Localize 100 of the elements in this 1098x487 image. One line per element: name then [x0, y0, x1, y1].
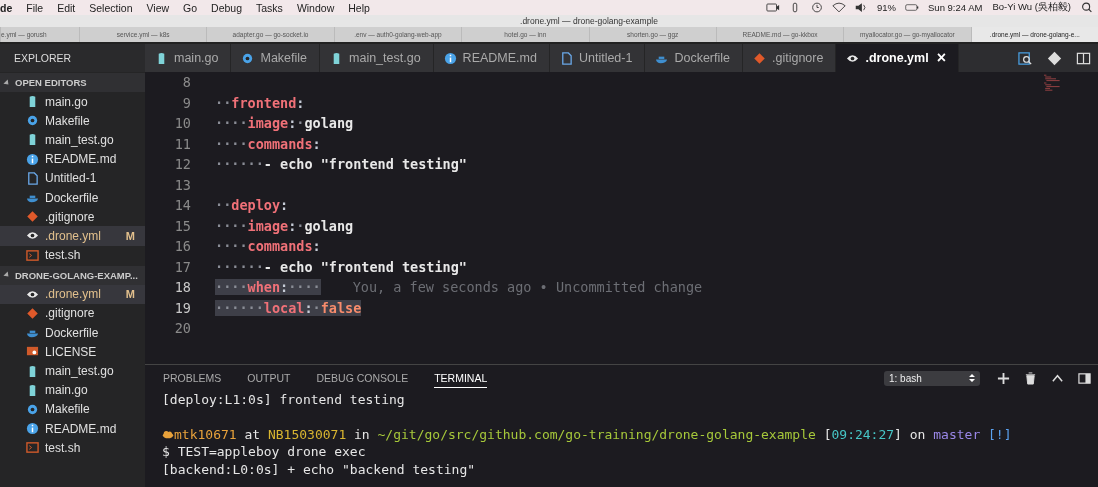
code-line: ····image:·golang	[215, 115, 354, 132]
info-icon	[443, 51, 457, 65]
terminal-icon	[26, 441, 39, 455]
info-icon	[26, 152, 39, 166]
panel-tab[interactable]: PROBLEMS	[163, 369, 222, 387]
clock[interactable]: Sun 9:24 AM	[923, 2, 988, 13]
terminal-line: $ TEST=appleboy drone exec	[162, 443, 367, 461]
code-line: ··deploy:	[215, 197, 289, 214]
menu-item[interactable]: Window	[289, 1, 342, 14]
section-header[interactable]: OPEN EDITORS	[0, 73, 145, 92]
gear-icon	[26, 402, 39, 416]
explorer-item[interactable]: LICENSE	[0, 342, 145, 362]
terminal-dropdown[interactable]: 1: bash	[884, 370, 980, 386]
section-header[interactable]: DRONE-GOLANG-EXAMP...	[0, 265, 145, 285]
menu-item[interactable]: Tasks	[249, 1, 290, 14]
explorer-item[interactable]: Untitled-1	[0, 168, 145, 188]
code-line: ····image:·golang	[215, 217, 354, 234]
wifi-icon[interactable]	[832, 2, 846, 13]
explorer-item[interactable]: .gitignore	[0, 207, 145, 227]
info-icon	[26, 422, 39, 436]
battery-icon[interactable]	[905, 2, 920, 13]
explorer-item[interactable]: README.md	[0, 419, 145, 439]
editor-tab[interactable]: Untitled-1	[549, 44, 646, 72]
explorer-item[interactable]: main_test.go	[0, 130, 145, 150]
panel-tab[interactable]: DEBUG CONSOLE	[316, 369, 409, 387]
trash-icon[interactable]	[1024, 371, 1037, 385]
editor-tab[interactable]: Makefile	[231, 44, 321, 72]
explorer-item[interactable]: Makefile	[0, 111, 145, 131]
gear-icon	[26, 114, 39, 128]
panel-layout-icon[interactable]	[1078, 371, 1091, 385]
explorer-item[interactable]: main_test.go	[0, 361, 145, 381]
line-number: 9	[181, 94, 192, 111]
explorer-item[interactable]: README.md	[0, 149, 145, 169]
menu-item[interactable]: Help	[341, 1, 377, 14]
terminal-line: [deploy:L1:0s] frontend testing	[162, 391, 406, 409]
editor-tab[interactable]: main.go	[145, 44, 232, 72]
explorer-item[interactable]: Dockerfile	[0, 323, 145, 343]
line-number: 15	[173, 217, 192, 234]
menu-item[interactable]: View	[139, 1, 177, 14]
line-number: 14	[173, 197, 192, 214]
line-number: 11	[173, 135, 192, 152]
code-line: ····commands:	[215, 238, 321, 255]
line-number: 8	[181, 74, 192, 91]
editor-tab[interactable]: Dockerfile	[645, 44, 743, 72]
diamond-icon	[753, 51, 766, 65]
line-number: 18	[173, 279, 192, 296]
line-number: 19	[173, 299, 192, 316]
file-icon	[26, 171, 39, 185]
code-line: ··frontend:	[215, 94, 305, 111]
menu-item[interactable]: Edit	[50, 1, 83, 14]
code-line: ······- echo "frontend testing"	[215, 156, 467, 173]
editor-tab[interactable]: README.md	[433, 44, 550, 72]
explorer-item[interactable]: .gitignore	[0, 303, 145, 324]
explorer-item[interactable]: main.go	[0, 92, 145, 112]
terminal-icon	[26, 248, 39, 262]
search-icon[interactable]	[1018, 50, 1033, 66]
dropdown-arrows-icon	[969, 373, 975, 383]
file-icon	[559, 51, 573, 65]
user-name[interactable]: Bo-Yi Wu (吳柏毅)	[987, 1, 1076, 14]
explorer-item[interactable]: test.sh	[0, 245, 145, 265]
search-icon[interactable]	[1080, 2, 1094, 13]
editor-tab[interactable]: main_test.go	[320, 44, 434, 72]
explorer-item[interactable]: .drone.yml M	[0, 284, 145, 304]
volume-icon[interactable]	[854, 2, 868, 13]
explorer-item[interactable]: .drone.yml M	[0, 226, 145, 246]
panel-tab[interactable]: TERMINAL	[434, 368, 488, 388]
menu-item[interactable]: Go	[176, 1, 205, 14]
clock-icon[interactable]	[810, 2, 824, 13]
panel-tab[interactable]: OUTPUT	[247, 369, 291, 387]
explorer-item[interactable]: main.go	[0, 380, 145, 400]
explorer-item[interactable]: Dockerfile	[0, 187, 145, 208]
diamond-icon	[26, 306, 39, 320]
minimap-drawing	[1044, 74, 1062, 92]
menu-item[interactable]: Debug	[204, 1, 250, 14]
terminal-line: [backend:L0:0s] + echo "backend testing"	[162, 460, 477, 478]
git-blame-annotation: You, a few seconds ago • Uncommitted change	[352, 279, 703, 296]
battery-percentage: 91%	[876, 2, 898, 13]
camera-icon[interactable]	[766, 2, 780, 13]
line-number: 10	[173, 115, 192, 132]
editor-tab[interactable]: .drone.yml ×	[836, 44, 959, 72]
menu-item[interactable]: Selection	[82, 1, 140, 14]
gear-icon	[241, 51, 255, 65]
cloud-icon	[162, 429, 174, 439]
plus-icon[interactable]	[997, 371, 1010, 385]
line-number: 13	[173, 176, 192, 193]
menu-item[interactable]: File	[19, 1, 51, 14]
code-line: ······- echo "frontend testing"	[215, 258, 467, 275]
line-number: 12	[173, 156, 192, 173]
code-line: ····commands:	[215, 135, 321, 152]
editor-tab[interactable]: .gitignore	[743, 44, 837, 72]
split-editor-icon[interactable]	[1076, 50, 1091, 66]
window-title: .drone.yml — drone-golang-example	[520, 16, 658, 26]
terminal-line: mtk10671 at NB15030071 in ~/git/go/src/github.com/go-training/drone-golang-example [09:24:27] on master [!]	[162, 425, 1098, 443]
diamond-icon	[26, 210, 39, 224]
line-number: 17	[173, 258, 192, 275]
menu-item[interactable]: de	[0, 1, 20, 14]
explorer-item[interactable]: test.sh	[0, 438, 145, 458]
line-number: 16	[173, 238, 192, 255]
explorer-item[interactable]: Makefile	[0, 399, 145, 419]
line-number: 20	[173, 320, 192, 337]
